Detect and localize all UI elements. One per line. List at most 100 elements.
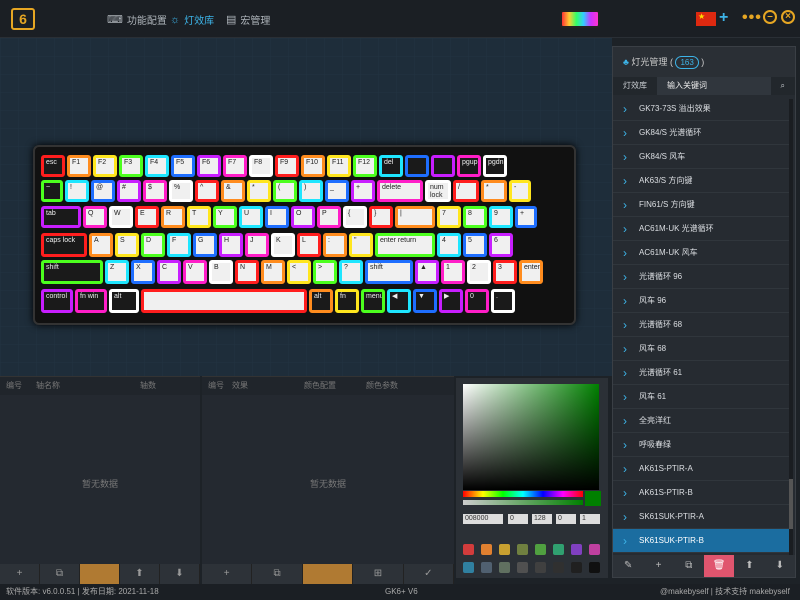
key-x-4-2[interactable]: X (131, 260, 155, 284)
key-f11-0-11[interactable]: F11 (327, 155, 351, 177)
key---5-9[interactable]: ▶ (439, 289, 463, 313)
key-t-2-5[interactable]: T (187, 206, 211, 228)
nav-light-library[interactable]: ☼ 灯效库 (170, 12, 214, 28)
key---2-17[interactable]: + (515, 206, 537, 228)
key-d-3-3[interactable]: D (141, 233, 165, 257)
key---5-8[interactable]: ▼ (413, 289, 437, 313)
hex-input[interactable]: 008000 (463, 514, 503, 524)
key---4-10[interactable]: ? (339, 260, 363, 284)
effect-list-item[interactable]: 光谱循环 68 (613, 313, 789, 337)
color-swatch[interactable] (517, 562, 528, 573)
key---2-13[interactable]: | (395, 206, 435, 228)
key-9-2-16[interactable]: 9 (489, 206, 513, 228)
tab-light-library[interactable]: 灯效库 (613, 77, 657, 95)
key---3-11[interactable]: " (349, 233, 373, 257)
key-num-lock-1-14[interactable]: num lock (425, 180, 451, 202)
import-button[interactable]: ⬇ (765, 555, 795, 577)
key-s-3-2[interactable]: S (115, 233, 139, 257)
key-f2-0-2[interactable]: F2 (93, 155, 117, 177)
key-w-2-2[interactable]: W (109, 206, 133, 228)
effect-list-item[interactable]: GK84/S 光谱循环 (613, 121, 789, 145)
key---1-16[interactable]: * (481, 180, 507, 202)
key-menu-5-6[interactable]: menu (361, 289, 385, 313)
key-f1-0-1[interactable]: F1 (67, 155, 91, 177)
key-7-2-14[interactable]: 7 (437, 206, 461, 228)
key---4-12[interactable]: ▲ (415, 260, 439, 284)
effect-list-item[interactable]: 光谱循环 96 (613, 265, 789, 289)
key-0-5-10[interactable]: 0 (465, 289, 489, 313)
key-alt-5-2[interactable]: alt (109, 289, 139, 313)
effect-list-item[interactable]: 光谱循环 61 (613, 361, 789, 385)
key---1-15[interactable]: / (453, 180, 479, 202)
key-enter-4-16[interactable]: enter (519, 260, 543, 284)
key-z-4-1[interactable]: Z (105, 260, 129, 284)
key---1-7[interactable]: & (221, 180, 245, 202)
minimize-button[interactable]: – (763, 10, 777, 24)
key-shift-4-11[interactable]: shift (365, 260, 413, 284)
move-down-button[interactable]: ⬇ (160, 564, 200, 584)
delete-button[interactable]: 🗑 (703, 555, 735, 577)
key-b-4-5[interactable]: B (209, 260, 233, 284)
color-swatch[interactable] (463, 544, 474, 555)
export-button[interactable]: ⬆ (734, 555, 764, 577)
key-f6-0-6[interactable]: F6 (197, 155, 221, 177)
key---1-11[interactable]: _ (325, 180, 349, 202)
color-swatch[interactable] (553, 544, 564, 555)
effect-list-item[interactable]: GK84/S 风车 (613, 145, 789, 169)
key-o-2-9[interactable]: O (291, 206, 315, 228)
add-button[interactable]: + (643, 555, 673, 577)
key-pgdn-0-17[interactable]: pgdn (483, 155, 507, 177)
key-alt-5-4[interactable]: alt (309, 289, 333, 313)
key-fn-win-5-1[interactable]: fn win (75, 289, 107, 313)
red-input[interactable]: 0 (508, 514, 528, 524)
china-flag-icon[interactable]: ★ (696, 12, 716, 26)
key-j-3-7[interactable]: J (245, 233, 269, 257)
key-tab-2-0[interactable]: tab (41, 206, 81, 228)
search-icon[interactable]: ⌕ (771, 77, 795, 95)
confirm-button[interactable]: ✓ (404, 564, 455, 584)
key---1-5[interactable]: % (169, 180, 193, 202)
key-esc-0-0[interactable]: esc (41, 155, 65, 177)
keyboard-thumbnail[interactable] (560, 10, 600, 28)
color-swatch[interactable] (535, 544, 546, 555)
copy-button[interactable]: ⧉ (252, 564, 303, 584)
key---5-7[interactable]: ◀ (387, 289, 411, 313)
add-button[interactable]: + (202, 564, 253, 584)
key-f12-0-12[interactable]: F12 (353, 155, 377, 177)
key---4-9[interactable]: > (313, 260, 337, 284)
key-caps-lock-3-0[interactable]: caps lock (41, 233, 87, 257)
key-enter-return-3-12[interactable]: enter return (375, 233, 435, 257)
active-button[interactable] (80, 564, 120, 584)
close-button[interactable]: × (781, 10, 795, 24)
color-swatch[interactable] (481, 544, 492, 555)
key-8-2-15[interactable]: 8 (463, 206, 487, 228)
key-f5-0-5[interactable]: F5 (171, 155, 195, 177)
key-q-2-1[interactable]: Q (83, 206, 107, 228)
key---2-12[interactable]: } (369, 206, 393, 228)
color-swatch[interactable] (571, 562, 582, 573)
effect-list-item[interactable]: GK73-73S 溢出效果 (613, 97, 789, 121)
key-space-5-3[interactable] (141, 289, 307, 313)
key-f3-0-3[interactable]: F3 (119, 155, 143, 177)
key-k-3-8[interactable]: K (271, 233, 295, 257)
key---1-4[interactable]: $ (143, 180, 167, 202)
saturation-value-area[interactable] (463, 384, 599, 490)
effect-list-item[interactable]: AC61M-UK 光谱循环 (613, 217, 789, 241)
hue-slider[interactable] (463, 491, 583, 497)
effect-list-item[interactable]: 风车 96 (613, 289, 789, 313)
nav-function-config[interactable]: ⌨ 功能配置 (107, 12, 167, 27)
key-f10-0-10[interactable]: F10 (301, 155, 325, 177)
effect-list-item[interactable]: 风车 68 (613, 337, 789, 361)
key---1-0[interactable]: ~ (41, 180, 63, 202)
active-button[interactable] (302, 564, 354, 584)
grid-button[interactable]: ⊞ (353, 564, 404, 584)
key-n-4-6[interactable]: N (235, 260, 259, 284)
key-delete-1-13[interactable]: delete (377, 180, 423, 202)
color-swatch[interactable] (589, 544, 600, 555)
key---1-3[interactable]: # (117, 180, 141, 202)
effect-list-item[interactable]: AK63/S 方向键 (613, 169, 789, 193)
effect-list-item[interactable]: 呼吸春绿 (613, 433, 789, 457)
key-g-3-5[interactable]: G (193, 233, 217, 257)
key---4-8[interactable]: < (287, 260, 311, 284)
key---1-1[interactable]: ! (65, 180, 89, 202)
